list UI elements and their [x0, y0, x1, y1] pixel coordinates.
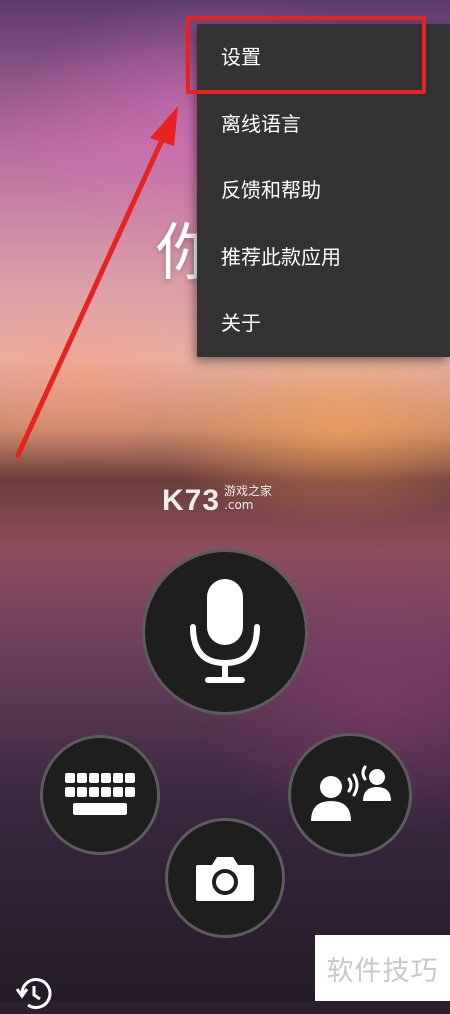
menu-item-offline-languages[interactable]: 离线语言	[197, 91, 450, 158]
keyboard-button[interactable]	[40, 735, 160, 855]
microphone-icon	[190, 579, 260, 683]
conversation-button[interactable]	[288, 733, 412, 857]
menu-item-feedback-help[interactable]: 反馈和帮助	[197, 157, 450, 224]
watermark-line1: 游戏之家	[224, 484, 273, 498]
menu-item-recommend-app[interactable]: 推荐此款应用	[197, 224, 450, 291]
menu-item-about[interactable]: 关于	[197, 290, 450, 357]
camera-button[interactable]	[165, 818, 285, 938]
microphone-button[interactable]	[142, 549, 308, 715]
conversation-icon	[311, 765, 391, 821]
watermark-subtitle: 游戏之家 .com	[224, 484, 272, 512]
camera-icon	[196, 857, 254, 901]
watermark-line2: .com	[224, 498, 254, 512]
brand-watermark: 软件技巧	[315, 935, 450, 1001]
history-icon[interactable]	[14, 974, 54, 1014]
watermark-logo: K73	[162, 484, 221, 517]
keyboard-icon	[65, 773, 135, 815]
k73-watermark: K73 游戏之家 .com	[162, 484, 272, 518]
highlight-annotation	[186, 16, 426, 94]
